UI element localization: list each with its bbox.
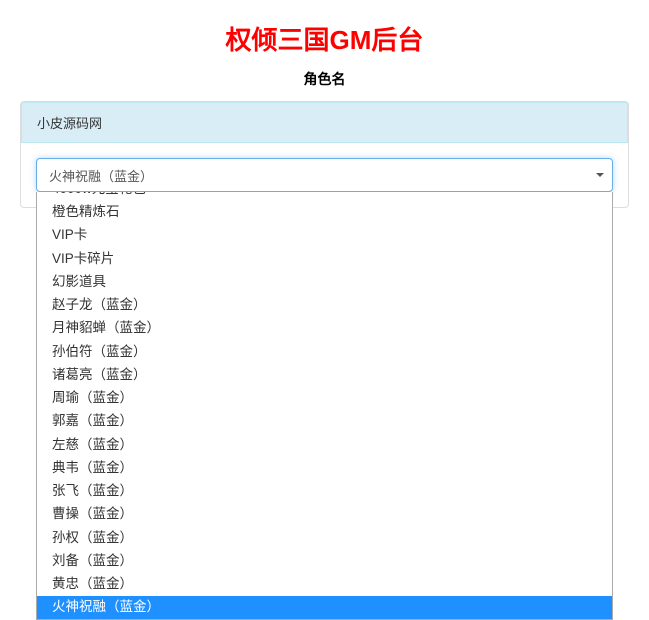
dropdown-item[interactable]: 黄忠（蓝金） — [37, 573, 612, 596]
dropdown-item[interactable]: 4000w元宝礼包 — [37, 192, 612, 201]
dropdown-item[interactable]: 幻影道具 — [37, 270, 612, 293]
dropdown-list[interactable]: 20亿礼包4000w元宝礼包橙色精炼石VIP卡VIP卡碎片幻影道具赵子龙（蓝金）… — [36, 192, 613, 620]
dropdown-item[interactable]: 火神祝融（蓝金） — [37, 596, 612, 619]
panel-header: 小皮源码网 — [21, 102, 628, 143]
dropdown-item[interactable]: VIP卡碎片 — [37, 247, 612, 270]
chevron-down-icon — [596, 173, 604, 177]
dropdown-item[interactable]: 诸葛亮（蓝金） — [37, 363, 612, 386]
dropdown-item[interactable]: 橙色精炼石 — [37, 201, 612, 224]
dropdown-item[interactable]: 曹操（蓝金） — [37, 503, 612, 526]
dropdown-item[interactable]: 孙权（蓝金） — [37, 526, 612, 549]
subtitle-label: 角色名 — [20, 69, 629, 89]
page-title: 权倾三国GM后台 — [20, 20, 629, 57]
dropdown-item[interactable]: 典韦（蓝金） — [37, 456, 612, 479]
select-dropdown[interactable]: 火神祝融（蓝金） — [36, 158, 613, 192]
dropdown-item[interactable]: 刘备（蓝金） — [37, 549, 612, 572]
dropdown-item[interactable]: 左慈（蓝金） — [37, 433, 612, 456]
dropdown-item[interactable]: 郭嘉（蓝金） — [37, 410, 612, 433]
dropdown-item[interactable]: 孙伯符（蓝金） — [37, 340, 612, 363]
selected-value: 火神祝融（蓝金） — [49, 166, 153, 185]
dropdown-item[interactable]: VIP卡 — [37, 224, 612, 247]
dropdown-item[interactable]: 周瑜（蓝金） — [37, 387, 612, 410]
panel-body: 火神祝融（蓝金） 20亿礼包4000w元宝礼包橙色精炼石VIP卡VIP卡碎片幻影… — [21, 143, 628, 207]
panel-container: 小皮源码网 火神祝融（蓝金） 20亿礼包4000w元宝礼包橙色精炼石VIP卡VI… — [20, 101, 629, 208]
dropdown-item[interactable]: 月神貂蝉（蓝金） — [37, 317, 612, 340]
dropdown-item[interactable]: 赵子龙（蓝金） — [37, 294, 612, 317]
select-wrapper: 火神祝融（蓝金） 20亿礼包4000w元宝礼包橙色精炼石VIP卡VIP卡碎片幻影… — [36, 158, 613, 192]
dropdown-item[interactable]: 张飞（蓝金） — [37, 480, 612, 503]
